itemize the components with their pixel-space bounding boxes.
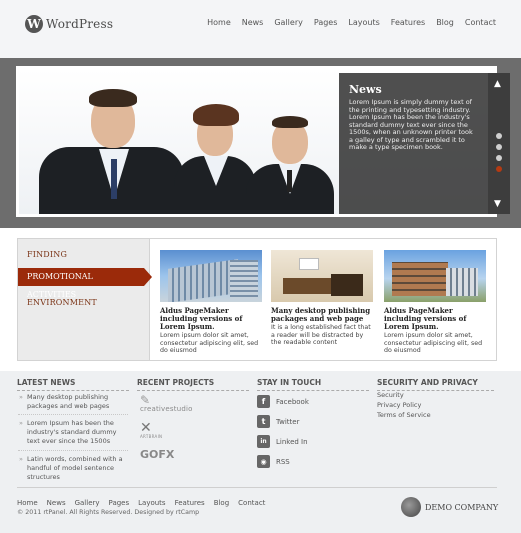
news-overlay: News Lorem Ipsum is simply dummy text of…	[339, 73, 488, 214]
divider	[18, 450, 128, 451]
recent-projects-column: RECENT PROJECTS	[137, 378, 249, 391]
latest-news-item[interactable]: Latin words, combined with a handful of …	[19, 455, 125, 482]
social-label: Twitter	[276, 417, 300, 426]
stay-in-touch-column: STAY IN TOUCH	[257, 378, 369, 391]
footer-nav-layouts[interactable]: Layouts	[138, 499, 165, 507]
artbrain-logo[interactable]: ✕ ARTBRAIN	[140, 420, 163, 439]
card-image[interactable]	[160, 250, 262, 302]
rss-icon: ◉	[257, 455, 270, 468]
slider-controls: ▲ ▼	[488, 73, 510, 214]
footer-nav-pages[interactable]: Pages	[109, 499, 130, 507]
menu-item-environment[interactable]: ENVIRONMENT	[27, 298, 97, 307]
latest-news-heading: LATEST NEWS	[17, 378, 129, 391]
gofx-logo[interactable]: GOFX	[140, 448, 174, 461]
creativestudio-logo-icon: ✎	[140, 393, 151, 407]
privacy-policy-link[interactable]: Privacy Policy	[377, 401, 421, 409]
demo-company-logo[interactable]: DEMO COMPANY	[401, 497, 498, 517]
stay-in-touch-heading: STAY IN TOUCH	[257, 378, 369, 391]
site-logo[interactable]: W WordPress	[25, 15, 113, 33]
card-title[interactable]: Aldus PageMaker including versions of Lo…	[384, 307, 486, 331]
copyright-text: © 2011 rtPanel. All Rights Reserved. Des…	[17, 509, 200, 516]
site-header: W WordPress Home News Gallery Pages Layo…	[0, 0, 521, 58]
article-card[interactable]: Many desktop publishing packages and web…	[271, 250, 373, 347]
company-name: DEMO COMPANY	[425, 502, 499, 512]
nav-pages[interactable]: Pages	[314, 18, 338, 27]
card-text: Lorem ipsum dolor sit amet, consectetur …	[384, 332, 483, 354]
nav-features[interactable]: Features	[391, 18, 425, 27]
card-text: It is a long established fact that a rea…	[271, 324, 371, 346]
company-logo-icon	[401, 497, 421, 517]
footer-nav-blog[interactable]: Blog	[214, 499, 229, 507]
slider-dot[interactable]	[496, 144, 502, 150]
article-card[interactable]: Aldus PageMaker including versions of Lo…	[384, 250, 486, 355]
nav-news[interactable]: News	[242, 18, 264, 27]
terms-of-service-link[interactable]: Terms of Service	[377, 411, 431, 419]
footer-nav-news[interactable]: News	[47, 499, 66, 507]
slider-dot-active[interactable]	[496, 166, 502, 172]
featured-slider: News Lorem Ipsum is simply dummy text of…	[16, 66, 510, 217]
footer-nav-home[interactable]: Home	[17, 499, 38, 507]
social-label: RSS	[276, 457, 290, 466]
social-label: Facebook	[276, 397, 309, 406]
footer-nav-gallery[interactable]: Gallery	[75, 499, 100, 507]
main-nav: Home News Gallery Pages Layouts Features…	[207, 18, 496, 27]
news-text: Lorem Ipsum is simply dummy text of the …	[349, 98, 473, 151]
menu-item-finding[interactable]: FINDING	[27, 250, 67, 259]
article-card[interactable]: Aldus PageMaker including versions of Lo…	[160, 250, 262, 355]
card-text: Lorem ipsum dolor sit amet, consectetur …	[160, 332, 259, 354]
social-label: Linked In	[276, 437, 308, 446]
social-rss[interactable]: ◉ RSS	[257, 455, 290, 468]
social-twitter[interactable]: t Twitter	[257, 415, 299, 428]
card-image[interactable]	[271, 250, 373, 302]
social-linkedin[interactable]: in Linked In	[257, 435, 308, 448]
nav-home[interactable]: Home	[207, 18, 231, 27]
card-title[interactable]: Many desktop publishing packages and web…	[271, 307, 373, 323]
person-figure	[244, 114, 339, 214]
footer-divider	[17, 487, 497, 488]
artbrain-logo-label: ARTBRAIN	[140, 434, 163, 439]
security-heading: SECURITY AND PRIVACY	[377, 378, 494, 391]
security-link[interactable]: Security	[377, 391, 404, 399]
footer-nav-contact[interactable]: Contact	[238, 499, 265, 507]
nav-gallery[interactable]: Gallery	[274, 18, 303, 27]
news-title: News	[349, 83, 382, 96]
content-section: FINDING PROMOTIONAL ACTIVITIES ENVIRONME…	[17, 238, 497, 361]
footer-nav-features[interactable]: Features	[175, 499, 205, 507]
social-facebook[interactable]: f Facebook	[257, 395, 309, 408]
latest-news-item[interactable]: Many desktop publishing packages and web…	[19, 393, 125, 411]
recent-projects-heading: RECENT PROJECTS	[137, 378, 249, 391]
creativestudio-logo-label: creativestudio	[140, 405, 193, 413]
divider	[18, 414, 128, 415]
twitter-icon: t	[257, 415, 270, 428]
slider-dot[interactable]	[496, 155, 502, 161]
nav-blog[interactable]: Blog	[436, 18, 454, 27]
category-menu: FINDING PROMOTIONAL ACTIVITIES ENVIRONME…	[18, 239, 152, 360]
security-column: SECURITY AND PRIVACY	[377, 378, 494, 391]
creativestudio-logo[interactable]: ✎ creativestudio	[140, 393, 193, 413]
slider-dot[interactable]	[496, 133, 502, 139]
logo-text: WordPress	[46, 17, 114, 31]
artbrain-logo-icon: ✕	[140, 420, 152, 436]
up-arrow-icon[interactable]: ▲	[494, 79, 501, 89]
down-arrow-icon[interactable]: ▼	[494, 199, 501, 209]
card-image[interactable]	[384, 250, 486, 302]
facebook-icon: f	[257, 395, 270, 408]
wordpress-logo-icon: W	[25, 15, 43, 33]
nav-contact[interactable]: Contact	[465, 18, 496, 27]
linkedin-icon: in	[257, 435, 270, 448]
menu-item-promotional-activities[interactable]: PROMOTIONAL ACTIVITIES	[18, 268, 152, 299]
card-title[interactable]: Aldus PageMaker including versions of Lo…	[160, 307, 262, 331]
person-figure	[29, 89, 189, 214]
footer-nav: Home News Gallery Pages Layouts Features…	[17, 499, 265, 507]
latest-news-column: LATEST NEWS	[17, 378, 129, 391]
nav-layouts[interactable]: Layouts	[348, 18, 379, 27]
latest-news-item[interactable]: Lorem Ipsum has been the industry's stan…	[19, 419, 125, 446]
